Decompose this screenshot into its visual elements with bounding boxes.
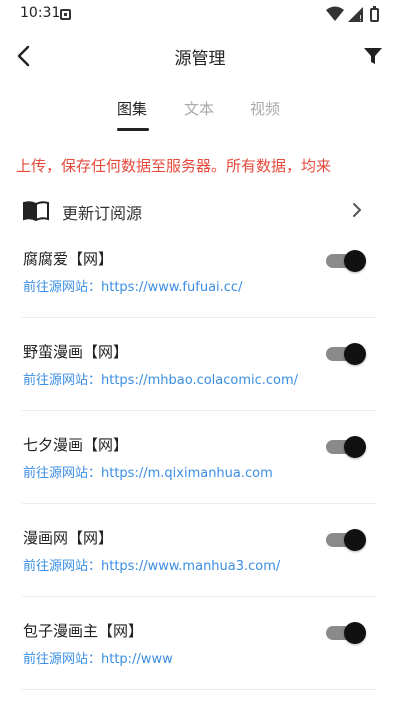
source-link[interactable]: 前往源网站：https://m.qiximanhua.com — [23, 462, 273, 481]
update-subscription-label: 更新订阅源 — [62, 204, 143, 223]
chevron-right-icon — [353, 203, 361, 217]
filter-button[interactable] — [360, 43, 386, 69]
divider — [22, 689, 376, 690]
signal-icon: ! — [348, 7, 363, 23]
source-link[interactable]: 前往源网站：https://www.fufuai.cc/ — [23, 276, 242, 295]
svg-text:!: ! — [359, 14, 362, 23]
source-link[interactable]: 前往源网站：http://www — [23, 648, 173, 667]
toggle-thumb — [344, 343, 366, 365]
source-toggle[interactable] — [326, 250, 366, 272]
tab-bar: 图集 文本 视频 — [0, 96, 400, 132]
book-icon — [23, 201, 49, 222]
source-item: 七夕漫画【网】 前往源网站：https://m.qiximanhua.com — [0, 424, 400, 517]
toggle-thumb — [344, 529, 366, 551]
toolbar: 源管理 — [0, 30, 400, 82]
page-title: 源管理 — [174, 49, 226, 69]
source-item: 野蛮漫画【网】 前往源网站：https://mhbao.colacomic.co… — [0, 331, 400, 424]
obscured-area — [182, 616, 312, 676]
source-link[interactable]: 前往源网站：https://mhbao.colacomic.com/ — [23, 369, 298, 388]
source-name: 野蛮漫画【网】 — [23, 343, 129, 361]
update-subscription-row[interactable]: 更新订阅源 — [0, 195, 400, 231]
toggle-thumb — [344, 250, 366, 272]
source-link[interactable]: 前往源网站：https://www.manhua3.com/ — [23, 555, 280, 574]
source-name: 七夕漫画【网】 — [23, 436, 129, 454]
toggle-thumb — [344, 622, 366, 644]
divider — [22, 503, 376, 504]
status-bar: 10:31 ! — [0, 0, 400, 30]
source-toggle[interactable] — [326, 343, 366, 365]
source-name: 腐腐爱【网】 — [23, 250, 114, 268]
tab-video[interactable]: 视频 — [250, 98, 280, 119]
wifi-icon — [326, 6, 344, 21]
source-name: 漫画网【网】 — [23, 529, 114, 547]
status-time: 10:31 — [20, 5, 61, 21]
tab-indicator — [117, 128, 149, 131]
source-name: 包子漫画主【网】 — [23, 622, 144, 640]
toggle-thumb — [344, 436, 366, 458]
source-item: 腐腐爱【网】 前往源网站：https://www.fufuai.cc/ — [0, 238, 400, 331]
filter-icon — [364, 48, 382, 64]
notice-text: 上传，保存任何数据至服务器。所有数据，均来 — [16, 157, 332, 175]
divider — [22, 596, 376, 597]
notification-icon — [60, 9, 71, 20]
notice-marquee: 上传，保存任何数据至服务器。所有数据，均来 — [0, 155, 400, 181]
divider — [22, 317, 376, 318]
source-toggle[interactable] — [326, 622, 366, 644]
status-icons: ! — [326, 6, 386, 24]
battery-icon — [370, 6, 379, 22]
source-toggle[interactable] — [326, 529, 366, 551]
tab-images[interactable]: 图集 — [117, 98, 147, 119]
divider — [22, 410, 376, 411]
tab-text[interactable]: 文本 — [184, 98, 214, 119]
source-toggle[interactable] — [326, 436, 366, 458]
source-item: 漫画网【网】 前往源网站：https://www.manhua3.com/ — [0, 517, 400, 610]
